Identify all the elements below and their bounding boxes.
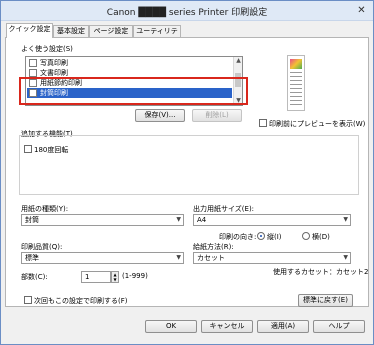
copies-label: 部数(C):	[21, 273, 48, 281]
chevron-down-icon: ▼	[176, 216, 181, 223]
text-line	[290, 84, 302, 85]
portrait-label: 縦(I)	[267, 233, 282, 241]
landscape-label: 横(D)	[312, 233, 330, 241]
highlight-annotation	[19, 77, 248, 105]
save-button[interactable]: 保存(V)...	[135, 109, 185, 122]
tab-page-setup[interactable]: ページ設定	[89, 25, 133, 37]
close-icon[interactable]: ✕	[354, 4, 369, 17]
list-item-label: 写真印刷	[40, 59, 68, 67]
printer-settings-window: Canon ████ series Printer 印刷設定 ✕ クイック設定 …	[0, 0, 374, 345]
quality-label: 印刷品質(Q):	[21, 243, 63, 251]
preview-image	[290, 59, 302, 69]
rotate180-checkbox[interactable]	[24, 145, 32, 153]
preview-checkbox-label: 印刷前にプレビューを表示(W)	[269, 120, 366, 128]
scroll-up-icon[interactable]: ▲	[234, 57, 242, 65]
favorites-label: よく使う設定(S)	[21, 45, 73, 53]
page-preview	[287, 55, 305, 111]
copies-input[interactable]: 1	[81, 271, 111, 283]
preview-checkbox[interactable]	[259, 119, 267, 127]
output-size-select[interactable]: A4 ▼	[193, 214, 351, 226]
chevron-down-icon: ▼	[343, 216, 348, 223]
portrait-radio[interactable]	[257, 232, 265, 240]
copies-range: (1-999)	[122, 272, 148, 280]
apply-button[interactable]: 適用(A)	[257, 320, 309, 333]
list-item-label: 文書印刷	[40, 69, 68, 77]
text-line	[290, 100, 302, 101]
text-line	[290, 72, 302, 73]
text-line	[290, 76, 302, 77]
output-size-label: 出力用紙サイズ(E):	[193, 205, 255, 213]
chevron-down-icon: ▼	[176, 254, 181, 261]
paper-source-label: 給紙方法(R):	[193, 243, 234, 251]
text-line	[290, 104, 302, 105]
media-type-value: 封筒	[25, 216, 39, 224]
cassette-info: 使用するカセット：カセット2	[273, 268, 369, 276]
text-line	[290, 96, 302, 97]
delete-button[interactable]: 削除(L)	[192, 109, 242, 122]
tab-maintenance[interactable]: ユーティリティ	[133, 25, 181, 46]
additional-features-box	[19, 135, 359, 195]
media-type-label: 用紙の種類(Y):	[21, 205, 69, 213]
document-icon	[29, 69, 37, 77]
landscape-radio[interactable]	[302, 232, 310, 240]
tab-main[interactable]: 基本設定	[53, 25, 89, 37]
media-type-select[interactable]: 封筒 ▼	[21, 214, 184, 226]
paper-source-value: カセット	[197, 254, 225, 262]
restore-defaults-button[interactable]: 標準に戻す(E)	[298, 294, 353, 307]
cancel-button[interactable]: キャンセル	[201, 320, 253, 333]
always-print-label: 次回もこの設定で印刷する(F)	[34, 297, 128, 305]
help-button[interactable]: ヘルプ	[313, 320, 365, 333]
ok-button[interactable]: OK	[145, 320, 197, 333]
photo-icon	[29, 59, 37, 67]
title-bar: Canon ████ series Printer 印刷設定 ✕	[1, 1, 373, 21]
list-item[interactable]: 写真印刷	[27, 58, 232, 68]
quality-value: 標準	[25, 254, 39, 262]
text-line	[290, 80, 302, 81]
always-print-checkbox[interactable]	[24, 296, 32, 304]
paper-source-select[interactable]: カセット ▼	[193, 252, 351, 264]
text-line	[290, 88, 302, 89]
window-title: Canon ████ series Printer 印刷設定	[106, 8, 268, 18]
paper-preview	[287, 55, 305, 111]
output-size-value: A4	[197, 216, 207, 224]
text-line	[290, 92, 302, 93]
tab-quick-setup[interactable]: クイック設定	[6, 23, 53, 38]
copies-stepper[interactable]: ▲ ▼	[111, 271, 119, 283]
chevron-down-icon: ▼	[343, 254, 348, 261]
orientation-label: 印刷の向き:	[219, 233, 257, 241]
rotate180-label: 180度回転	[34, 146, 69, 154]
quality-select[interactable]: 標準 ▼	[21, 252, 184, 264]
